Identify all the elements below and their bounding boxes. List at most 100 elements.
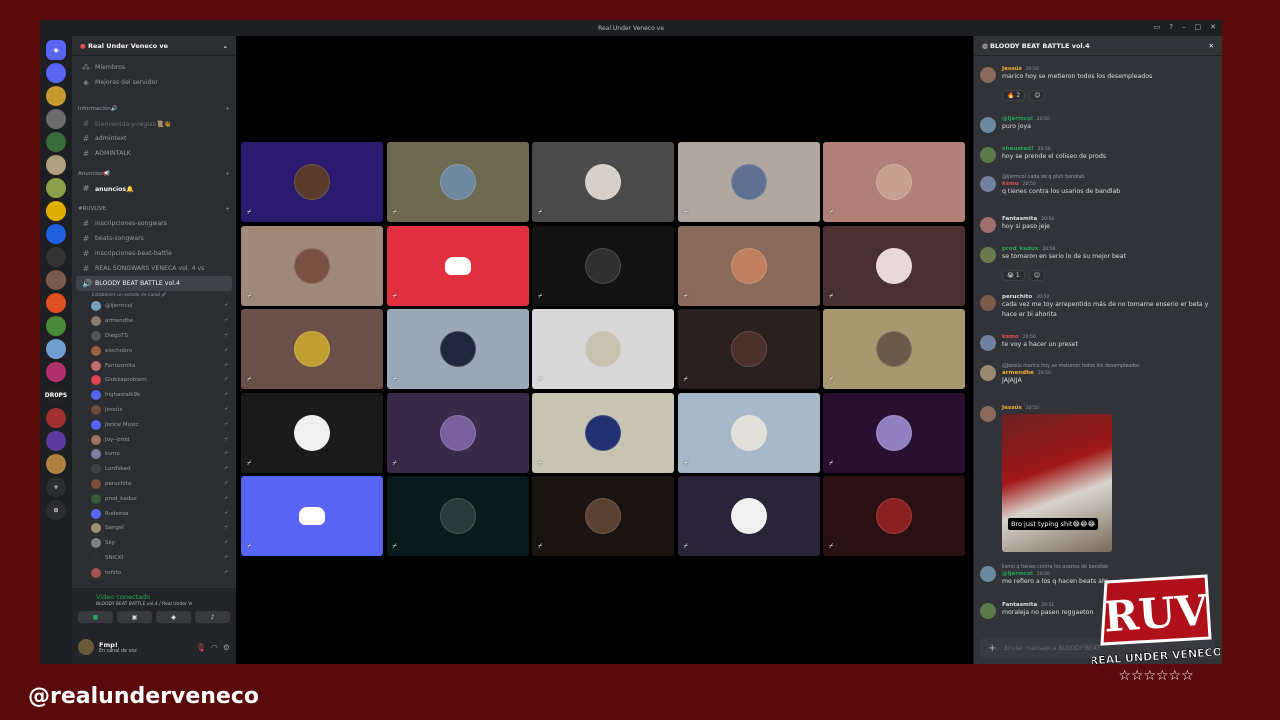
- channel-admintext[interactable]: # admintext: [72, 131, 236, 146]
- server-icon[interactable]: +: [46, 477, 66, 497]
- video-tile[interactable]: ⌿: [677, 225, 820, 306]
- server-icon[interactable]: [46, 270, 66, 290]
- avatar[interactable]: [980, 566, 996, 582]
- channel-admintalk[interactable]: # ADMINTALK: [72, 146, 236, 161]
- chat-message[interactable]: Jessús 20:50 Bro just typing shit😂😂😂: [980, 405, 1212, 552]
- video-tile[interactable]: ⌿: [386, 392, 529, 473]
- soundboard-icon[interactable]: ♪: [195, 611, 230, 623]
- server-icon[interactable]: [46, 86, 66, 106]
- server-icon[interactable]: [46, 201, 66, 221]
- video-tile[interactable]: ⌿: [241, 476, 383, 556]
- chat-message[interactable]: @Jessús marico hoy se metieron todos los…: [980, 364, 1212, 386]
- help-icon[interactable]: ?: [1169, 23, 1173, 31]
- server-icon[interactable]: ⊙: [46, 500, 66, 520]
- voice-user[interactable]: Joy--prod ⌿: [72, 432, 236, 447]
- reaction-chip[interactable]: 🔥 2: [1002, 90, 1026, 101]
- reaction-chip[interactable]: 😊: [1029, 90, 1046, 101]
- maximize-icon[interactable]: □: [1195, 23, 1202, 31]
- reaction-chip[interactable]: 😊: [1028, 270, 1046, 281]
- server-icon[interactable]: [46, 178, 66, 198]
- server-icon[interactable]: [46, 454, 66, 474]
- voice-user[interactable]: armendhe ⌿: [72, 314, 236, 329]
- voice-user[interactable]: ksmo ⌿: [72, 447, 236, 462]
- chat-message[interactable]: Fantasmita 20:50 hoy si paso jeje: [980, 216, 1212, 233]
- channel-beats-songwars[interactable]: # beats-songwars: [72, 231, 236, 246]
- camera-icon[interactable]: ■: [78, 611, 113, 623]
- video-tile[interactable]: ⌿: [532, 225, 674, 306]
- members-link[interactable]: ⁂ Miembros: [72, 60, 236, 75]
- avatar[interactable]: [980, 176, 996, 192]
- video-tile[interactable]: ⌿: [241, 309, 383, 389]
- avatar[interactable]: [980, 217, 996, 233]
- avatar[interactable]: [980, 67, 996, 83]
- headphones-icon[interactable]: ◠: [211, 643, 218, 652]
- video-tile[interactable]: ⌿: [532, 392, 674, 473]
- voice-user[interactable]: Sangel ⌿: [72, 521, 236, 536]
- reply-preview[interactable]: @Jessús marico hoy se metieron todos los…: [1002, 364, 1212, 369]
- voice-user[interactable]: SNICKI ⌿: [72, 551, 236, 566]
- video-tile[interactable]: ⌿: [241, 142, 383, 222]
- chat-message[interactable]: Jessús 20:50 marico hoy se metieron todos …: [980, 66, 1212, 101]
- channel-bienvenida[interactable]: # bienvenida-y-reglas📜👋: [72, 116, 236, 131]
- discord-home-icon[interactable]: ◉: [46, 40, 66, 60]
- avatar[interactable]: [980, 603, 996, 619]
- video-tile[interactable]: ⌿: [386, 225, 529, 306]
- channel-status[interactable]: Establecer un estado de canal 🖉: [72, 291, 236, 299]
- message-author[interactable]: Jessús 20:50: [1002, 405, 1212, 411]
- voice-user[interactable]: @ljermcol ⌿: [72, 299, 236, 314]
- chat-message[interactable]: @ljermcol nada de q pluh bandlab ksmo 20:5…: [980, 175, 1212, 197]
- add-channel-icon[interactable]: +: [225, 106, 230, 112]
- add-channel-icon[interactable]: +: [225, 171, 230, 177]
- mic-muted-icon[interactable]: 🎙: [196, 643, 206, 652]
- video-tile[interactable]: ⌿: [386, 309, 529, 389]
- voice-user[interactable]: Sky ⌿: [72, 536, 236, 551]
- voice-user[interactable]: DiegoTS ⌿: [72, 329, 236, 344]
- video-tile[interactable]: ⌿: [386, 142, 529, 222]
- voice-user[interactable]: peruchito ⌿: [72, 477, 236, 492]
- video-tile[interactable]: ⌿: [823, 142, 965, 222]
- voice-channel-active[interactable]: 🔊 BLOODY BEAT BATTLE vol.4: [76, 276, 232, 291]
- avatar[interactable]: [980, 335, 996, 351]
- server-icon[interactable]: [46, 247, 66, 267]
- voice-user[interactable]: Jessúx ⌿: [72, 403, 236, 418]
- inbox-icon[interactable]: ▭: [1154, 23, 1161, 31]
- channel-inscripciones-songwars[interactable]: # inscripciones-songwars: [72, 216, 236, 231]
- avatar[interactable]: [980, 117, 996, 133]
- voice-user[interactable]: Jockie Music ⌿: [72, 417, 236, 432]
- video-tile[interactable]: ⌿: [677, 392, 820, 473]
- voice-user[interactable]: Fantasmita ⌿: [72, 358, 236, 373]
- chat-message[interactable]: prod_kadux 20:50 se tomaron en serio lo de…: [980, 246, 1212, 281]
- voice-user[interactable]: prod_kadux ⌿: [72, 491, 236, 506]
- chat-message[interactable]: xhausted! 20:50 hoy se prende el coliseo d…: [980, 146, 1212, 163]
- avatar[interactable]: [78, 639, 94, 655]
- category-anuncios[interactable]: Anuncios📢 +: [72, 167, 236, 181]
- video-tile[interactable]: ⌿: [677, 142, 820, 222]
- voice-user[interactable]: toñito ⌿: [72, 565, 236, 580]
- avatar[interactable]: [980, 365, 996, 381]
- video-tile[interactable]: ⌿: [823, 309, 965, 389]
- server-icon[interactable]: DR0PS: [45, 385, 67, 405]
- avatar[interactable]: [980, 147, 996, 163]
- chat-message[interactable]: peruchito 20:50 cada vez me toy arrepentid…: [980, 294, 1212, 320]
- server-icon[interactable]: [46, 63, 66, 83]
- reaction-chip[interactable]: 😭 1: [1002, 270, 1025, 281]
- server-header[interactable]: ● Real Under Veneco ve ⌄: [72, 36, 236, 56]
- voice-user[interactable]: Glokkaprobiem ⌿: [72, 373, 236, 388]
- avatar[interactable]: [980, 295, 996, 311]
- voice-user[interactable]: elochobro ⌿: [72, 343, 236, 358]
- channel-inscripciones-beat-battle[interactable]: # inscripciones-beat-battle: [72, 246, 236, 261]
- video-tile[interactable]: ⌿: [241, 225, 383, 306]
- server-icon[interactable]: [46, 155, 66, 175]
- video-tile[interactable]: ⌿: [823, 392, 965, 473]
- avatar[interactable]: [980, 247, 996, 263]
- gear-icon[interactable]: ⚙: [223, 643, 230, 652]
- chat-message[interactable]: ksmo 20:50 te voy a hacer un preset: [980, 334, 1212, 351]
- voice-user[interactable]: Rudeesa ⌿: [72, 506, 236, 521]
- category-informacion[interactable]: Información🔊 +: [72, 102, 236, 116]
- screen-share-icon[interactable]: ▣: [117, 611, 152, 623]
- video-tile[interactable]: ⌿: [823, 476, 965, 556]
- video-tile[interactable]: ⌿: [532, 142, 674, 222]
- voice-user[interactable]: LordVeed ⌿: [72, 462, 236, 477]
- video-tile[interactable]: ⌿: [677, 476, 820, 556]
- reply-preview[interactable]: @ljermcol nada de q pluh bandlab: [1002, 175, 1212, 180]
